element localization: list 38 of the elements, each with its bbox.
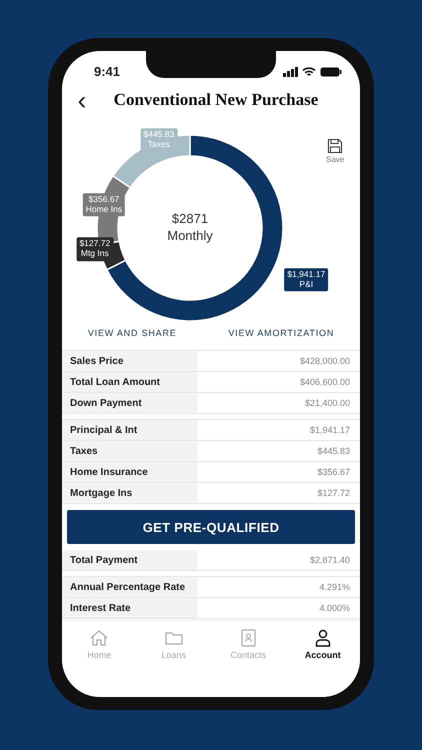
row-value: $2,871.40: [308, 554, 351, 567]
slice-label: Taxes: [146, 139, 171, 150]
row-label: Home Insurance: [62, 462, 198, 482]
row-value: $445.83: [316, 444, 351, 458]
page-title: Conventional New Purchase: [112, 89, 320, 112]
pre-qualify-button[interactable]: GET PRE-QUALIFIED: [67, 510, 355, 544]
back-button[interactable]: ‹: [70, 87, 94, 114]
row-value: $127.72: [316, 486, 351, 500]
row-label: Total Loan Amount: [62, 372, 198, 392]
row-label: Interest Rate: [62, 598, 198, 618]
chart-label: $445.83 Taxes: [140, 128, 178, 152]
chart-label: $127.72 Mtg Ins: [76, 237, 114, 261]
save-button[interactable]: Save: [326, 138, 344, 166]
row-value: $21,400.00: [304, 396, 351, 410]
slice-label: P&I: [298, 278, 314, 290]
row-label: Total Payment: [62, 550, 198, 570]
row-label: Mortgage Ins: [62, 483, 198, 504]
row-value: $428,000.00: [298, 354, 351, 368]
row-value: $1,941.17: [308, 424, 351, 437]
chart-label: $356.67 Home Ins: [82, 193, 126, 217]
row-label: Down Payment: [62, 393, 198, 414]
row-value: $406,600.00: [298, 376, 351, 389]
text-link[interactable]: VIEW AMORTIZATION: [228, 324, 334, 342]
row-value: 4.000%: [318, 602, 351, 615]
slice-label: Home Ins: [86, 204, 122, 215]
tab-bar-item[interactable]: Account: [286, 626, 360, 663]
row-label: Sales Price: [62, 351, 198, 372]
row-label: Annual Percentage Rate: [62, 577, 198, 598]
row-value: 4.291%: [318, 580, 351, 594]
center-amount: $2871: [170, 210, 210, 228]
row-label: Principal & Int: [62, 420, 198, 440]
slice-label: Mtg Ins: [80, 248, 110, 259]
row-value: $356.67: [316, 466, 351, 479]
center-caption: Monthly: [167, 228, 213, 245]
status-time: 9:41: [94, 62, 120, 81]
text-link[interactable]: VIEW AND SHARE: [88, 324, 177, 342]
chart-label: $1,941.17 P&I: [284, 268, 328, 292]
row-label: Taxes: [62, 441, 198, 462]
